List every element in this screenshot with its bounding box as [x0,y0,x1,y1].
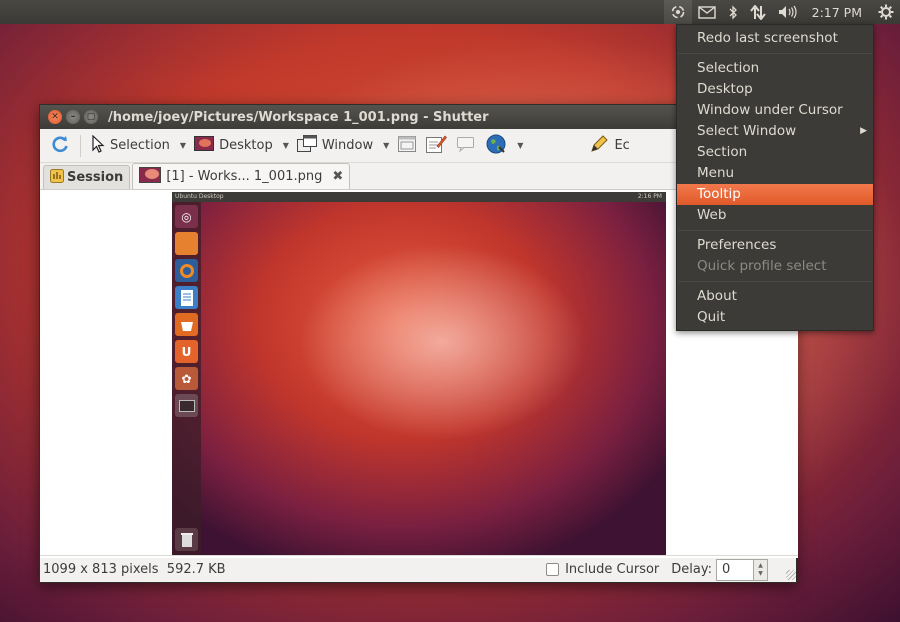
menu-item-redo[interactable]: Redo last screenshot [677,28,873,49]
ubuntu-logo-icon: ◎ [175,205,198,228]
menu-item-web[interactable]: Web [677,205,873,226]
include-cursor-label: Include Cursor [565,562,660,577]
tab-file[interactable]: [1] - Works... 1_001.png ✖ [132,163,351,189]
menu-item-desktop[interactable]: Desktop [677,79,873,100]
desktop-label: Desktop [219,138,273,153]
tab-session[interactable]: Session [43,165,131,189]
tab-session-label: Session [67,170,124,185]
menu-edit-icon [425,134,448,158]
tab-file-label: [1] - Works... 1_001.png [166,169,323,184]
ubuntu-one-icon: U [175,340,198,363]
delay-input[interactable]: 0 [716,558,754,581]
menu-item-select-window[interactable]: Select Window ▶ [677,121,873,142]
resize-grip[interactable] [786,570,796,580]
menu-item-menu[interactable]: Menu [677,163,873,184]
stepper-up-icon[interactable]: ▲ [758,562,763,570]
menu-item-preferences[interactable]: Preferences [677,235,873,256]
window-label: Window [321,138,374,153]
menu-separator [678,230,872,231]
image-thumbnail-icon [139,166,162,187]
refresh-icon [50,134,70,158]
network-icon[interactable] [744,0,772,24]
chevron-down-icon[interactable]: ▼ [283,141,289,150]
cursor-icon [91,134,105,157]
minimize-icon[interactable]: – [66,110,80,124]
submenu-arrow-icon: ▶ [860,126,867,136]
globe-icon [485,133,507,159]
close-icon[interactable]: ✕ [48,110,62,124]
volume-icon[interactable] [772,0,804,24]
software-center-icon [175,313,198,336]
clock[interactable]: 2:17 PM [804,0,872,24]
refresh-button[interactable] [46,131,74,161]
folder-icon [175,232,198,255]
menu-item-select-window-label: Select Window [697,123,797,139]
desktop-button[interactable]: Desktop ▼ [190,131,293,161]
trash-icon [175,528,198,551]
chevron-down-icon[interactable]: ▼ [517,141,523,150]
screenshot-preview: Ubuntu Desktop 2:16 PM ◎ U ✿ [172,192,666,556]
menu-item-window-under-cursor[interactable]: Window under Cursor [677,100,873,121]
menu-tool-button[interactable] [421,131,451,161]
menu-separator [678,53,872,54]
toolbar-separator [80,134,81,157]
mail-icon[interactable] [692,0,722,24]
edit-pen-icon [589,134,609,158]
window-icon [296,134,317,157]
session-icon [50,168,64,187]
delay-label: Delay: [671,562,712,577]
system-tray: 2:17 PM [663,0,900,24]
chevron-down-icon[interactable]: ▼ [383,141,389,150]
terminal-icon [175,394,198,417]
top-panel: 2:17 PM [0,0,900,24]
bluetooth-icon[interactable] [722,0,744,24]
window-button[interactable]: Window ▼ [293,131,393,161]
menu-item-quit[interactable]: Quit [677,307,873,328]
include-cursor-checkbox[interactable] [546,563,560,576]
menu-item-section[interactable]: Section [677,142,873,163]
edit-label: Ec [614,138,630,153]
chevron-down-icon[interactable]: ▼ [180,141,186,150]
shutter-tray-menu: Redo last screenshot Selection Desktop W… [676,24,874,331]
gear-icon[interactable] [872,0,900,24]
menu-item-tooltip[interactable]: Tooltip [677,184,873,205]
close-icon[interactable]: ✖ [332,169,343,184]
section-icon [397,135,417,157]
preview-top-panel: Ubuntu Desktop 2:16 PM [172,192,666,202]
menu-item-quick-profile-select: Quick profile select [697,258,827,274]
firefox-icon [175,259,198,282]
tooltip-tool-button[interactable] [451,131,481,161]
window-title: /home/joey/Pictures/Workspace 1_001.png … [108,109,489,125]
tooltip-icon [455,135,477,157]
preview-panel-title: Ubuntu Desktop [175,193,224,200]
preview-panel-clock: 2:16 PM [637,193,662,200]
selection-label: Selection [110,138,170,153]
selection-button[interactable]: Selection ▼ [87,131,190,161]
menu-separator [678,281,872,282]
desktop-icon [194,136,215,155]
menu-item-selection[interactable]: Selection [677,58,873,79]
document-icon [175,286,198,309]
edit-button[interactable]: Ec [585,131,633,161]
preview-launcher: ◎ U ✿ [172,202,201,556]
statusbar: 1099 x 813 pixels 592.7 KB Include Curso… [40,555,798,582]
menu-item-about[interactable]: About [677,286,873,307]
image-info: 1099 x 813 pixels 592.7 KB [43,561,226,577]
shutter-icon[interactable] [663,0,692,24]
maximize-icon[interactable]: ▢ [84,110,98,124]
status-controls: Include Cursor Delay: 0 ▲ ▼ [546,556,768,583]
settings-icon: ✿ [175,367,198,390]
section-tool-button[interactable] [393,131,421,161]
delay-stepper[interactable]: ▲ ▼ [754,558,768,581]
web-button[interactable]: ▼ [481,131,527,161]
stepper-down-icon[interactable]: ▼ [758,570,763,578]
